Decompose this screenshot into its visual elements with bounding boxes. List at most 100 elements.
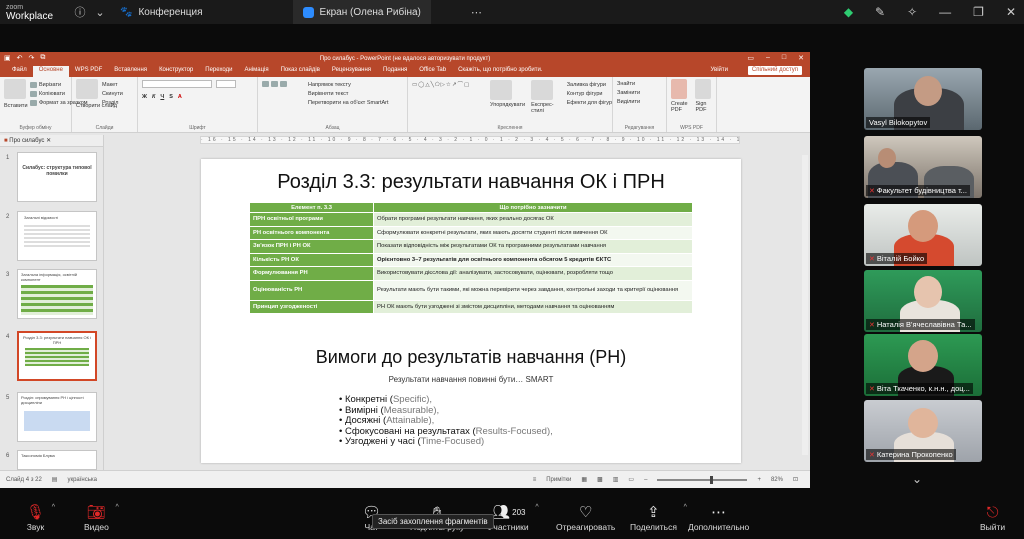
font-size-select[interactable] [216,79,236,88]
tab-review[interactable]: Рецензування [326,66,377,77]
section-button[interactable]: Розділ [102,98,123,107]
tab-file[interactable]: Файл [6,66,33,77]
slide-thumbnail[interactable]: Розділ: спрямування РН і цінності дисцип… [17,392,97,442]
info-icon[interactable]: ⓘ [70,4,90,20]
participants-button[interactable]: 👥︎ 203 Участники ^ [488,502,539,532]
tell-me-search[interactable]: Скажіть, що потрібно зробити. [452,66,548,77]
slide-thumbnail[interactable]: Силабус: структура типової помилки [17,152,97,202]
zoom-in-icon[interactable]: + [757,477,761,483]
chevron-up-icon[interactable]: ^ [52,504,55,511]
minimize-icon[interactable]: — [939,5,951,19]
participant-tile[interactable]: ✕ Факультет будівництва т... [864,136,982,198]
save-icon[interactable]: ▣ [4,54,11,62]
participant-tile[interactable]: ✕ Віта Ткаченко, к.н.н., доц... [864,334,982,396]
slide-thumbnail[interactable]: Загальні відомості [17,211,97,261]
participant-tile[interactable]: ✕ Віталій Бойко [864,204,982,266]
more-participants-icon[interactable]: ⌄ [912,472,922,486]
zoom-level[interactable]: 82% [771,477,783,483]
spellcheck-icon[interactable]: ▤ [52,476,58,483]
create-pdf-button[interactable]: Create PDF [671,79,691,130]
fit-slide-icon[interactable]: ⊡ [793,476,798,483]
annotate-icon[interactable]: ✎ [875,5,885,19]
chevron-down-icon[interactable]: ⌄ [90,6,110,19]
undo-icon[interactable]: ↶ [17,54,23,62]
react-button[interactable]: ♡ Отреагировать [556,502,615,532]
replace-button[interactable]: Замінити [617,88,662,97]
close-icon[interactable]: ✕ [798,54,804,62]
chevron-up-icon[interactable]: ^ [535,504,538,511]
shape-outline-button[interactable]: Контур фігури [567,89,612,98]
bold-icon[interactable]: Ж [142,94,147,100]
slide-thumbnail-selected[interactable]: Розділ 3.3: результати навчання ОК і ПРН [17,331,97,381]
arrange-button[interactable]: Упорядкувати [490,80,525,114]
shape-effects-button[interactable]: Ефекти для фігур [567,98,612,107]
strikethrough-icon[interactable]: S [169,94,173,100]
smart-bullet-list[interactable]: Конкретні (Specific), Вимірні (Measurabl… [339,394,553,448]
normal-view-icon[interactable]: ▦ [581,476,587,483]
more-options-icon[interactable]: ⋯ [471,6,482,19]
start-slideshow-icon[interactable]: ⧉ [40,54,45,62]
numbering-icon[interactable] [271,80,278,87]
tab-insert[interactable]: Вставлення [108,66,153,77]
close-icon[interactable]: ✕ [46,138,51,144]
italic-icon[interactable]: К [152,94,155,100]
panel-title[interactable]: Про силабус [9,138,44,144]
slide-subtitle[interactable]: Вимоги до результатів навчання (РН) [201,347,741,368]
bullets-icon[interactable] [262,80,269,87]
chevron-up-icon[interactable]: ^ [684,504,687,511]
sparkle-icon[interactable]: ✧ [907,5,917,19]
share-button[interactable]: Спільний доступ [747,66,802,75]
participant-tile[interactable]: Vasyl Bilokopytov [864,68,982,130]
audio-button[interactable]: 🎙︎ Звук ^ [26,502,55,532]
align-text-button[interactable]: Вирівняти текст [308,89,389,98]
slide-thumbnail[interactable]: Таксономія Блума [17,450,97,470]
restore-icon[interactable]: ❐ [973,5,984,19]
sign-pdf-button[interactable]: Sign PDF [695,79,712,130]
new-slide-icon[interactable] [76,79,98,99]
tab-screen-share[interactable]: Екран (Олена Рибіна) [292,0,431,24]
chevron-up-icon[interactable]: ^ [116,504,119,511]
sign-in-link[interactable]: Увійти [711,67,728,73]
video-button[interactable]: 📷︎ Видео ^ [84,502,119,532]
paste-icon[interactable] [4,79,26,99]
reading-view-icon[interactable]: ▥ [613,476,619,483]
zoom-slider[interactable] [657,475,748,484]
participant-tile[interactable]: ✕ Катерина Прокопенко [864,400,982,462]
slideshow-view-icon[interactable]: ▭ [628,476,634,483]
reset-button[interactable]: Скинути [102,89,123,98]
slide-title[interactable]: Розділ 3.3: результати навчання ОК і ПРН [201,171,741,194]
share-screen-button[interactable]: ⇪ Поделиться ^ [630,502,687,532]
language-indicator[interactable]: українська [67,477,97,483]
font-family-select[interactable] [142,79,212,88]
close-icon[interactable]: ✕ [1006,5,1016,19]
slide-thumbnail[interactable]: Загальна інформація, освітній компонент [17,269,97,319]
layout-button[interactable]: Макет [102,80,123,89]
tab-wps-pdf[interactable]: WPS PDF [69,66,108,77]
smartart-button[interactable]: Перетворити на об'єкт SmartArt [308,98,389,107]
tab-transitions[interactable]: Переходи [199,66,238,77]
maximize-icon[interactable]: □ [782,54,786,62]
notes-button[interactable]: Примітки [546,477,571,483]
shield-icon[interactable]: ◆ [844,5,853,19]
minimize-icon[interactable]: – [766,54,770,62]
select-button[interactable]: Виділити [617,97,662,106]
quick-styles-button[interactable]: Експрес-стилі [531,80,561,114]
slide-lead-text[interactable]: Результати навчання повинні бути… SMART [201,375,741,384]
text-direction-button[interactable]: Напрямок тексту [308,80,389,89]
leave-button[interactable]: ⎋ Выйти [980,502,1005,533]
tab-animations[interactable]: Анімація [238,66,274,77]
vertical-scrollbar[interactable] [802,155,808,455]
indent-icon[interactable] [280,80,287,87]
ribbon-display-icon[interactable]: ▭ [747,54,754,62]
find-button[interactable]: Знайти [617,79,662,88]
tab-view[interactable]: Подання [377,66,413,77]
font-color-icon[interactable]: A [178,94,182,100]
tab-office-tab[interactable]: Office Tab [413,66,452,77]
tab-slideshow[interactable]: Показ слайдів [275,66,326,77]
participant-tile[interactable]: ✕ Наталія В'ячеславівна Та... [864,270,982,332]
tab-design[interactable]: Конструктор [153,66,199,77]
current-slide[interactable]: Розділ 3.3: результати навчання ОК і ПРН… [201,159,741,463]
redo-icon[interactable]: ↷ [29,54,35,62]
slide-table[interactable]: Елемент п. 3.3 Що потрібно зазначити ПРН… [249,202,693,314]
zoom-out-icon[interactable]: – [644,477,647,483]
